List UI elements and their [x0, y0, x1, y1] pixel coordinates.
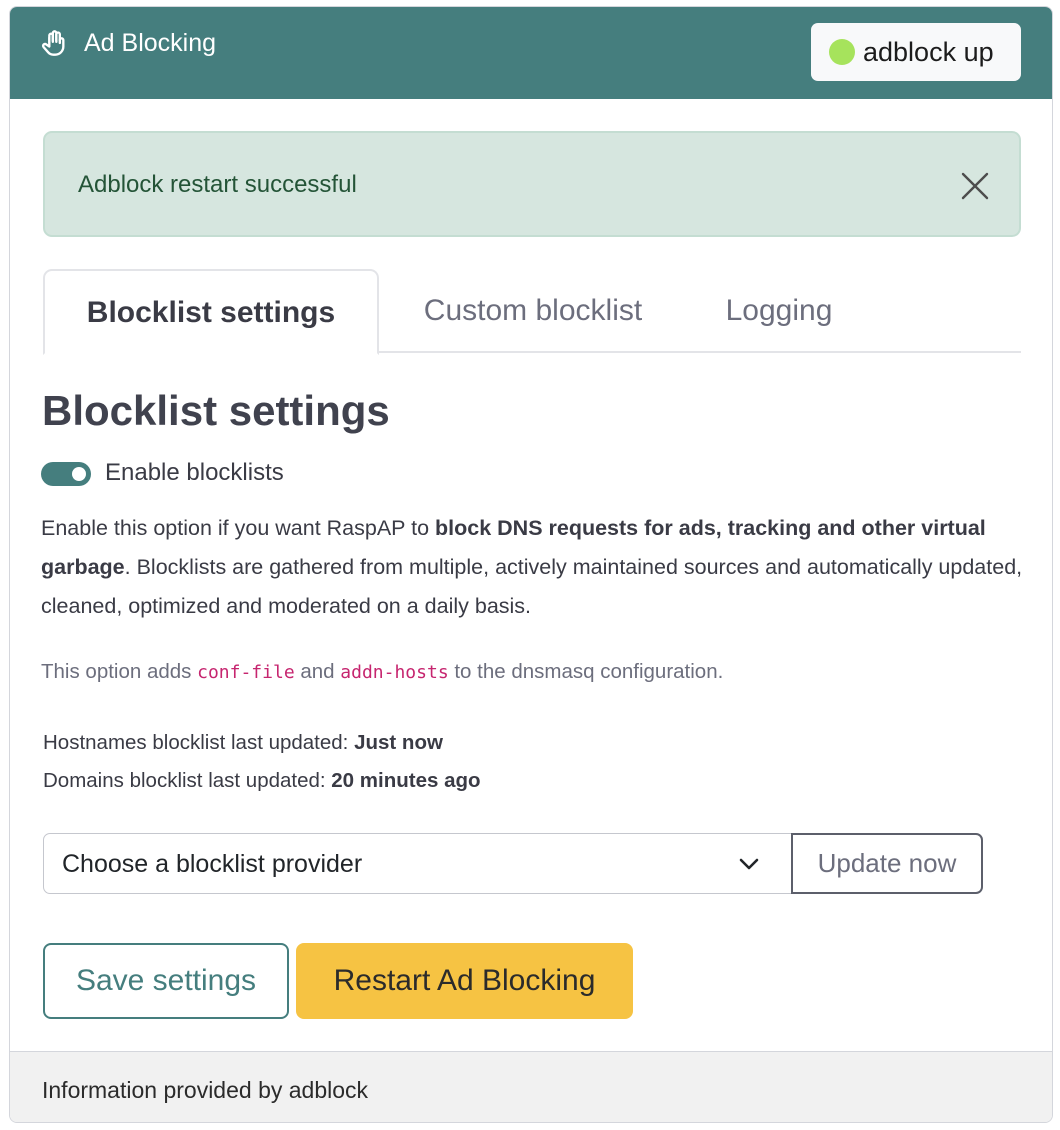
domains-value: 20 minutes ago [331, 769, 481, 792]
tab-custom-blocklist[interactable]: Custom blocklist [379, 269, 687, 353]
note-part-1: This option adds [41, 660, 198, 683]
tab-blocklist-settings[interactable]: Blocklist settings [43, 269, 379, 355]
close-icon[interactable] [960, 171, 990, 201]
save-settings-button[interactable]: Save settings [43, 943, 289, 1019]
domains-label: Domains blocklist last updated: [43, 769, 332, 792]
hostnames-updated: Hostnames blocklist last updated: Just n… [43, 731, 443, 755]
status-label: adblock up [863, 37, 994, 67]
header-title: Ad Blocking [84, 29, 217, 57]
toggle-label: Enable blocklists [105, 459, 284, 486]
tab-logging[interactable]: Logging [687, 269, 871, 353]
card-footer: Information provided by adblock [10, 1051, 1052, 1122]
hand-paper-icon [41, 30, 65, 56]
adblock-card: Ad Blocking adblock up Adblock restart s… [9, 6, 1053, 1123]
domains-updated: Domains blocklist last updated: 20 minut… [43, 769, 481, 793]
config-note: This option adds conf-file and addn-host… [41, 660, 723, 684]
status-dot-icon [829, 39, 855, 65]
note-code-conf-file: conf-file [197, 662, 295, 683]
update-now-button[interactable]: Update now [791, 833, 983, 894]
hostnames-value: Just now [354, 731, 443, 754]
status-badge: adblock up [811, 23, 1021, 81]
card-header: Ad Blocking adblock up [10, 7, 1052, 99]
chevron-down-icon [739, 858, 759, 870]
footer-text: Information provided by adblock [42, 1077, 369, 1103]
alert-message: Adblock restart successful [78, 171, 357, 198]
note-code-addn-hosts: addn-hosts [340, 662, 449, 683]
desc-part-2: . Blocklists are gathered from multiple,… [41, 555, 1023, 618]
desc-part-1: Enable this option if you want RaspAP to [41, 516, 436, 540]
select-value: Choose a blocklist provider [62, 850, 363, 878]
toggle-knob [72, 467, 86, 481]
section-title: Blocklist settings [42, 387, 390, 434]
blocklist-provider-select[interactable]: Choose a blocklist provider [43, 833, 792, 894]
enable-blocklists-toggle[interactable] [41, 462, 91, 486]
restart-adblock-button[interactable]: Restart Ad Blocking [296, 943, 633, 1019]
description-text: Enable this option if you want RaspAP to… [41, 509, 1026, 626]
tab-bar: Blocklist settings Custom blocklist Logg… [43, 269, 1021, 355]
note-part-2: and [294, 660, 341, 683]
success-alert: Adblock restart successful [43, 131, 1021, 237]
note-part-3: to the dnsmasq configuration. [448, 660, 724, 683]
hostnames-label: Hostnames blocklist last updated: [43, 731, 355, 754]
